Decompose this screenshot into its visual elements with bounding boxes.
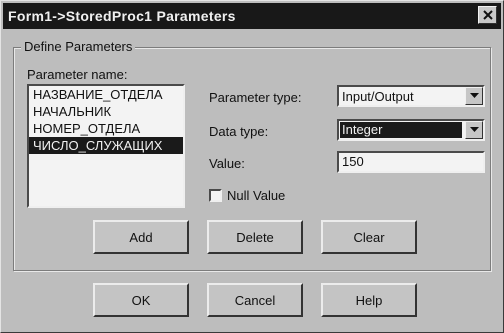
cancel-button-label: Cancel — [234, 292, 276, 308]
close-icon — [482, 10, 493, 20]
parameter-list[interactable]: НАЗВАНИЕ_ОТДЕЛА НАЧАЛЬНИК НОМЕР_ОТДЕЛА Ч… — [27, 84, 185, 208]
help-button[interactable]: Help — [321, 283, 417, 317]
data-type-label: Data type: — [209, 124, 269, 139]
cancel-button[interactable]: Cancel — [207, 283, 303, 317]
null-value-label: Null Value — [227, 188, 286, 203]
data-type-select[interactable]: Integer — [337, 119, 485, 141]
list-item[interactable]: НАЗВАНИЕ_ОТДЕЛА — [29, 86, 183, 103]
chevron-down-icon — [469, 127, 479, 132]
data-type-dropdown-button[interactable] — [465, 121, 483, 139]
value-input[interactable]: 150 — [337, 151, 485, 173]
parameters-dialog: Form1->StoredProc1 Parameters Define Par… — [0, 0, 504, 333]
ok-button-label: OK — [131, 292, 151, 308]
add-button[interactable]: Add — [93, 220, 189, 254]
clear-button-label: Clear — [353, 229, 385, 245]
window-title: Form1->StoredProc1 Parameters — [8, 8, 236, 24]
group-title: Define Parameters — [21, 39, 136, 54]
list-item[interactable]: НОМЕР_ОТДЕЛА — [29, 120, 183, 137]
add-button-label: Add — [129, 229, 153, 245]
ok-button[interactable]: OK — [93, 283, 189, 317]
chevron-down-icon — [469, 93, 479, 98]
help-button-label: Help — [355, 292, 383, 308]
list-item-selected[interactable]: ЧИСЛО_СЛУЖАЩИХ — [29, 137, 183, 154]
data-type-value: Integer — [340, 122, 462, 138]
parameter-type-label: Parameter type: — [209, 90, 302, 105]
close-button[interactable] — [478, 6, 497, 24]
delete-button[interactable]: Delete — [207, 220, 303, 254]
parameter-name-label: Parameter name: — [27, 67, 128, 82]
title-bar[interactable]: Form1->StoredProc1 Parameters — [3, 3, 501, 29]
parameter-type-dropdown-button[interactable] — [465, 87, 483, 105]
null-value-checkbox[interactable] — [209, 189, 222, 202]
value-label: Value: — [209, 156, 245, 171]
parameter-type-value: Input/Output — [342, 89, 414, 104]
clear-button[interactable]: Clear — [321, 220, 417, 254]
parameter-type-select[interactable]: Input/Output — [337, 85, 485, 107]
list-item[interactable]: НАЧАЛЬНИК — [29, 103, 183, 120]
delete-button-label: Delete — [236, 229, 274, 245]
